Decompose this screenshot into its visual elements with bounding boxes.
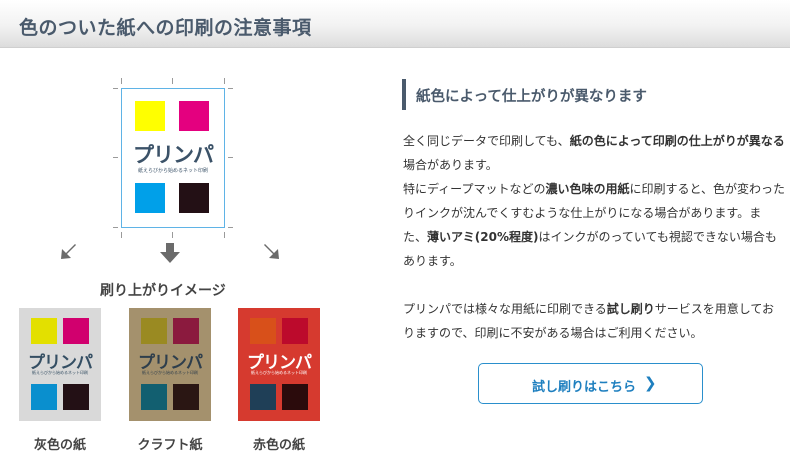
kraft-paper-label: クラフト紙 xyxy=(137,438,203,453)
trial-print-button[interactable]: 試し刷りはこちら ❯ xyxy=(478,363,703,404)
chevron-right-icon: ❯ xyxy=(644,374,657,392)
arrow-down-right-icon xyxy=(264,244,279,259)
black-swatch xyxy=(173,384,199,410)
paper-sheet: プリンパ 紙えらびから始めるネット印刷 xyxy=(121,88,225,228)
logo-tagline: 紙えらびから始めるネット印刷 xyxy=(32,370,88,375)
logo-tagline: 紙えらびから始めるネット印刷 xyxy=(251,370,307,375)
yellow-swatch xyxy=(31,318,57,344)
page-title: 色のついた紙への印刷の注意事項 xyxy=(19,17,312,39)
print-image-caption: 刷り上がりイメージ xyxy=(100,283,226,299)
magenta-swatch xyxy=(179,101,209,131)
yellow-swatch xyxy=(135,101,165,131)
black-swatch xyxy=(282,384,308,410)
logo-tagline: 紙えらびから始めるネット印刷 xyxy=(142,370,198,375)
section-header: 色のついた紙への印刷の注意事項 xyxy=(0,0,790,48)
red-paper-label: 赤色の紙 xyxy=(252,438,305,453)
trial-print-button-label: 試し刷りはこちら xyxy=(532,380,637,395)
cyan-swatch xyxy=(135,183,165,213)
magenta-swatch xyxy=(173,318,199,344)
subheading: 紙色によって仕上がりが異なります xyxy=(416,89,647,105)
gray-paper-label: 灰色の紙 xyxy=(33,438,86,453)
arrow-down-left-icon xyxy=(61,244,76,259)
gray-paper-sample: プリンパ 紙えらびから始めるネット印刷 xyxy=(19,308,101,421)
sample-white-paper: プリンパ 紙えらびから始めるネット印刷 xyxy=(113,78,233,238)
magenta-swatch xyxy=(63,318,89,344)
printpa-logo: プリンパ xyxy=(133,143,214,167)
red-paper-sample: プリンパ 紙えらびから始めるネット印刷 xyxy=(238,308,320,421)
yellow-swatch xyxy=(250,318,276,344)
cyan-swatch xyxy=(250,384,276,410)
black-swatch xyxy=(63,384,89,410)
subheading-accent-bar xyxy=(402,79,406,110)
arrow-down-icon xyxy=(160,243,180,263)
magenta-swatch xyxy=(282,318,308,344)
black-swatch xyxy=(179,183,209,213)
paragraph-1: 全く同じデータで印刷しても、紙の色によって印刷の仕上がりが異なる場合があります。 xyxy=(403,134,785,172)
kraft-paper-sample: プリンパ 紙えらびから始めるネット印刷 xyxy=(129,308,211,421)
paragraph-3: プリンパでは様々な用紙に印刷できる試し刷りサービスを用意しておりますので、印刷に… xyxy=(403,302,775,340)
logo-tagline: 紙えらびから始めるネット印刷 xyxy=(137,168,208,174)
yellow-swatch xyxy=(141,318,167,344)
paragraph-2: 特にディープマットなどの濃い色味の用紙に印刷すると、色が変わったりインクが沈んで… xyxy=(403,182,785,268)
cyan-swatch xyxy=(31,384,57,410)
cyan-swatch xyxy=(141,384,167,410)
